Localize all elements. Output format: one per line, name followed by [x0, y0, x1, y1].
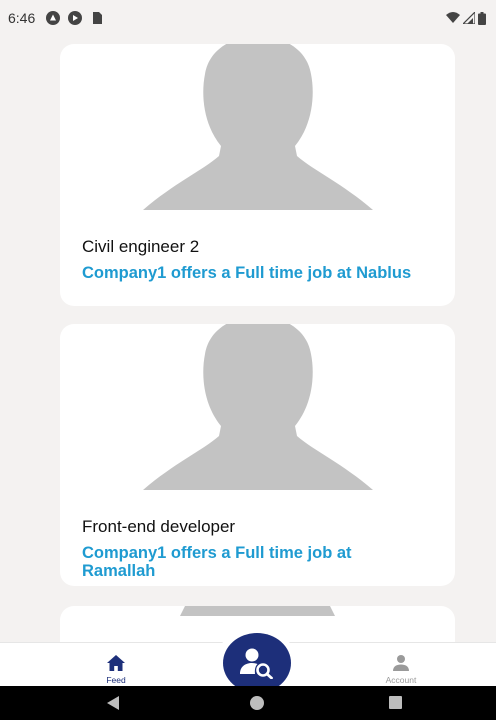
job-description[interactable]: Company1 offers a Full time job at Ramal… [82, 544, 422, 580]
person-placeholder-icon [142, 44, 373, 210]
sd-card-icon [93, 12, 103, 24]
signal-icon [463, 12, 475, 24]
job-title: Civil engineer 2 [82, 237, 200, 256]
nav-account-label: Account [385, 675, 417, 685]
person-icon [393, 655, 409, 671]
status-right [446, 11, 486, 25]
job-description[interactable]: Company1 offers a Full time job at Nablu… [82, 264, 422, 282]
play-icon [68, 11, 83, 25]
home-icon [107, 655, 125, 671]
back-icon[interactable] [106, 695, 120, 711]
person-placeholder-icon [180, 606, 335, 616]
nav-feed[interactable]: Feed [71, 643, 161, 687]
app-screen: 6:46 Civil engineer 2 Company1 offers a … [0, 0, 496, 720]
recents-icon[interactable] [388, 695, 403, 710]
job-card[interactable]: Civil engineer 2 Company1 offers a Full … [60, 44, 455, 306]
nav-feed-label: Feed [106, 675, 126, 685]
wifi-icon [446, 12, 460, 23]
status-time: 6:46 [8, 10, 36, 26]
home-circle-icon[interactable] [249, 695, 265, 711]
search-people-icon [240, 648, 273, 679]
card-image [60, 324, 455, 490]
status-bar: 6:46 [0, 0, 496, 36]
job-card[interactable]: Front-end developer Company1 offers a Fu… [60, 324, 455, 586]
notification-icon [46, 11, 61, 25]
card-image [60, 44, 455, 210]
battery-icon [478, 11, 486, 25]
job-feed[interactable]: Civil engineer 2 Company1 offers a Full … [0, 36, 496, 642]
system-navigation-bar [0, 686, 496, 720]
search-people-button[interactable] [223, 633, 291, 693]
nav-account[interactable]: Account [356, 643, 446, 687]
status-left: 6:46 [8, 10, 105, 26]
job-title: Front-end developer [82, 517, 236, 536]
person-placeholder-icon [142, 324, 373, 490]
